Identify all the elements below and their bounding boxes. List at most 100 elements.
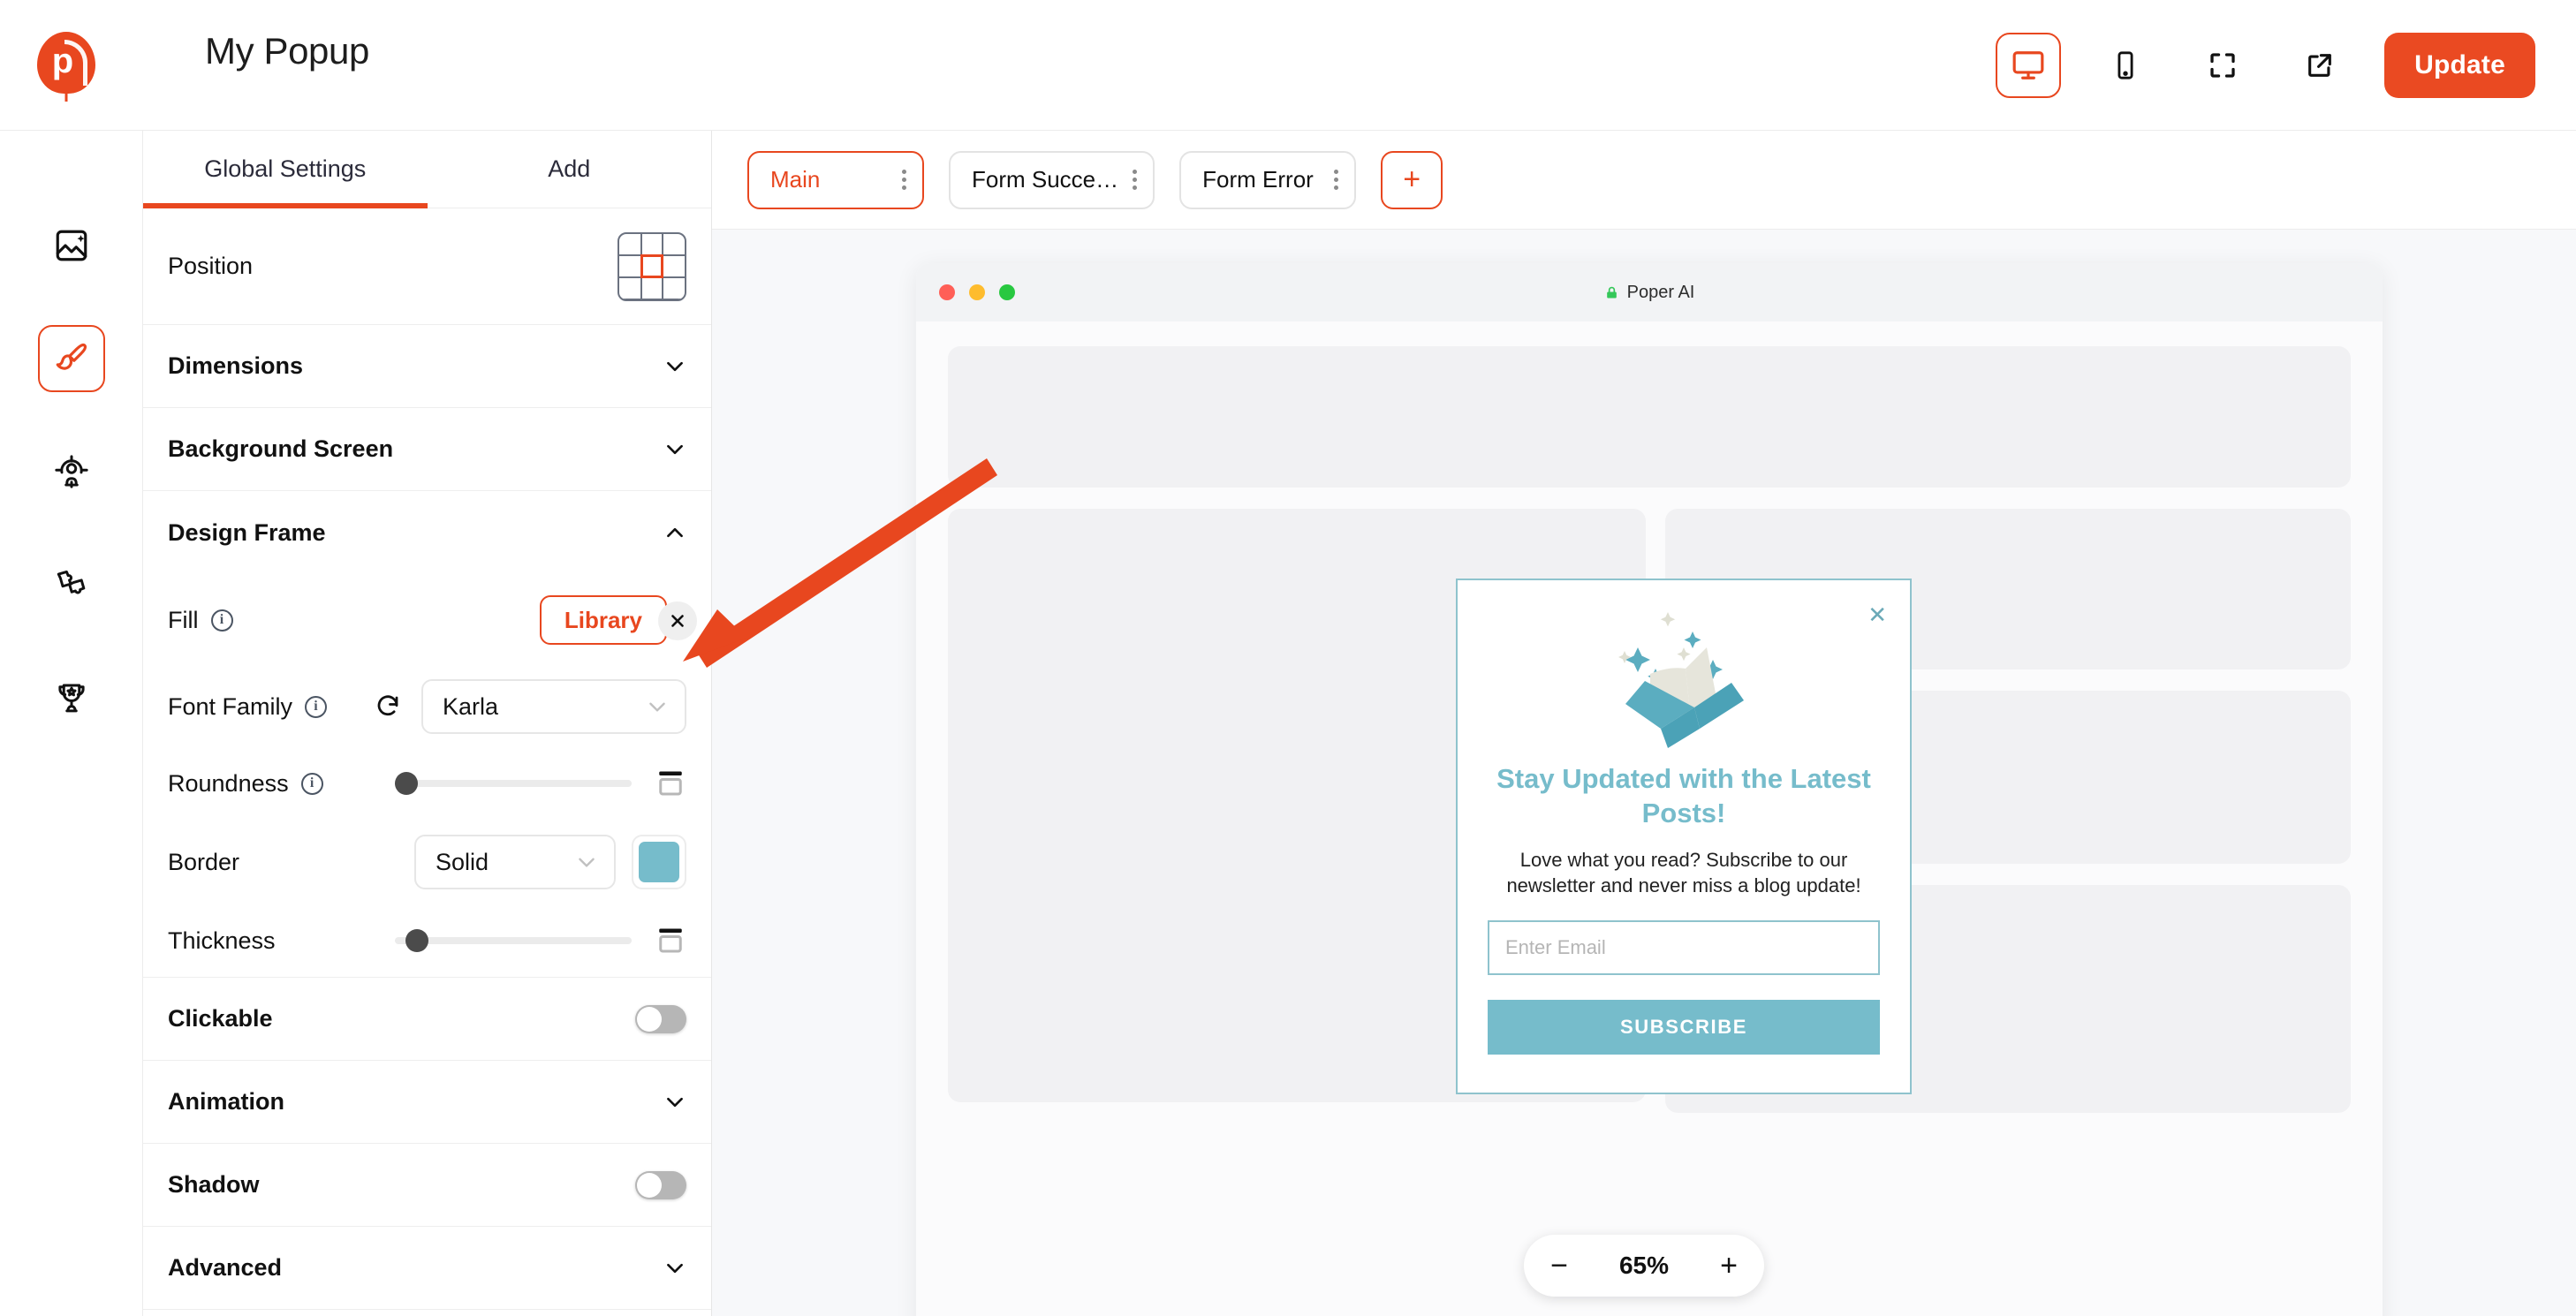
fill-library-button[interactable]: Library xyxy=(539,595,667,645)
integrations-puzzle-icon[interactable] xyxy=(38,551,105,618)
field-fill: Fill i Library xyxy=(168,574,697,666)
panel-tabs: Global Settings Add xyxy=(143,131,711,208)
popup-illustration xyxy=(1569,605,1799,755)
design-frame-label: Design Frame xyxy=(168,518,326,546)
roundness-controls xyxy=(353,768,686,799)
popup-subscribe-button[interactable]: SUBSCRIBE xyxy=(1488,999,1880,1055)
design-brush-icon[interactable] xyxy=(37,325,105,392)
page-tab-label: Form Succe… xyxy=(972,166,1119,193)
position-cell-bottom-right[interactable] xyxy=(662,276,685,299)
popup-preview[interactable]: ✕ Stay Updated with the Latest Posts! Lo… xyxy=(1456,579,1912,1094)
fullscreen-icon[interactable] xyxy=(2190,33,2256,98)
border-style-select[interactable]: Solid xyxy=(414,835,616,889)
font-family-label-wrap: Font Family i xyxy=(168,693,353,721)
border-color-swatch[interactable] xyxy=(632,835,686,889)
border-color-fill xyxy=(639,842,679,882)
position-cell-top-left[interactable] xyxy=(619,233,642,257)
field-border: Border Solid xyxy=(168,820,686,904)
app-root: p My Popup Update Global Settings Add Po… xyxy=(0,0,2576,1316)
field-roundness: Roundness i xyxy=(168,747,686,820)
logo-balloon-icon: p xyxy=(37,32,95,94)
roundness-label-wrap: Roundness i xyxy=(168,770,353,798)
close-light-icon xyxy=(939,284,955,300)
zoom-out-button[interactable]: − xyxy=(1536,1241,1582,1290)
goals-trophy-icon[interactable] xyxy=(38,664,105,731)
poper-logo[interactable]: p xyxy=(34,32,99,101)
thickness-controls xyxy=(353,925,686,957)
field-font-family: Font Family i Karla xyxy=(168,666,686,747)
page-tab-label: Form Error xyxy=(1202,166,1314,193)
fill-swatch-remove-badge[interactable] xyxy=(658,601,697,640)
slider-thumb[interactable] xyxy=(405,929,428,952)
more-options-icon[interactable] xyxy=(902,170,906,190)
position-cell-bottom-left[interactable] xyxy=(619,276,642,299)
section-background-screen[interactable]: Background Screen xyxy=(143,408,711,491)
position-cell-top-right[interactable] xyxy=(662,233,685,257)
minimize-light-icon xyxy=(969,284,985,300)
lock-icon xyxy=(1606,286,1617,299)
position-cell-center[interactable] xyxy=(640,254,664,278)
thickness-reset-icon[interactable] xyxy=(655,925,686,957)
more-options-icon[interactable] xyxy=(1133,170,1138,190)
info-icon[interactable]: i xyxy=(305,695,328,718)
clickable-toggle[interactable] xyxy=(635,1004,686,1033)
roundness-reset-icon[interactable] xyxy=(655,768,686,799)
browser-title-bar: Poper AI xyxy=(916,263,2383,321)
slider-thumb[interactable] xyxy=(395,772,418,795)
chevron-down-icon xyxy=(579,858,595,867)
section-advanced[interactable]: Advanced xyxy=(143,1227,711,1310)
slider-track xyxy=(395,937,632,944)
page-tab-label: Main xyxy=(770,166,821,193)
position-grid[interactable] xyxy=(617,231,686,301)
position-label: Position xyxy=(168,253,254,279)
audience-target-icon[interactable] xyxy=(38,438,105,505)
field-thickness: Thickness xyxy=(168,904,686,977)
zoom-value: 65% xyxy=(1618,1252,1670,1279)
top-bar: p My Popup Update xyxy=(0,0,2576,131)
page-tab-form-error[interactable]: Form Error xyxy=(1179,150,1357,209)
desktop-preview-icon[interactable] xyxy=(1996,33,2062,98)
address-label: Poper AI xyxy=(1626,282,1695,302)
section-dimensions[interactable]: Dimensions xyxy=(143,325,711,408)
page-tab-form-success[interactable]: Form Succe… xyxy=(949,150,1155,209)
add-page-tab-button[interactable]: + xyxy=(1381,150,1443,209)
row-position: Position xyxy=(143,208,711,325)
canvas-area: Main Form Succe… Form Error + Poper AI ✕… xyxy=(712,131,2576,1316)
fill-label: Fill xyxy=(168,606,199,633)
font-family-select[interactable]: Karla xyxy=(421,679,686,734)
position-cell-middle-left[interactable] xyxy=(619,254,642,278)
maximize-light-icon xyxy=(999,284,1015,300)
browser-mockup: Poper AI ✕ Stay Updated with the Latest … xyxy=(916,263,2383,1316)
media-library-icon[interactable] xyxy=(38,212,105,279)
popup-close-icon[interactable]: ✕ xyxy=(1868,603,1887,626)
position-cell-middle-right[interactable] xyxy=(662,254,685,278)
info-icon[interactable]: i xyxy=(300,772,323,795)
page-tab-main[interactable]: Main xyxy=(747,150,924,209)
page-tabbar: Main Form Succe… Form Error + xyxy=(712,131,2576,230)
more-options-icon[interactable] xyxy=(1334,170,1339,190)
thickness-slider[interactable] xyxy=(395,927,632,954)
section-animation[interactable]: Animation xyxy=(143,1061,711,1144)
update-button[interactable]: Update xyxy=(2384,33,2535,98)
border-style-value: Solid xyxy=(436,848,489,875)
tab-add[interactable]: Add xyxy=(427,131,711,208)
tab-global-settings[interactable]: Global Settings xyxy=(143,131,428,208)
section-design-frame[interactable]: Design Frame xyxy=(143,491,711,574)
position-cell-bottom-center[interactable] xyxy=(640,276,664,299)
thickness-label: Thickness xyxy=(168,926,276,954)
position-cell-top-center[interactable] xyxy=(640,233,664,257)
slider-track xyxy=(395,780,632,787)
open-external-icon[interactable] xyxy=(2287,33,2353,98)
refresh-fonts-icon[interactable] xyxy=(370,689,405,724)
mobile-preview-icon[interactable] xyxy=(2093,33,2159,98)
border-controls: Solid xyxy=(353,835,686,889)
chevron-down-icon xyxy=(667,361,683,371)
browser-content: ✕ Stay Updated with the Latest Posts! Lo… xyxy=(916,321,2383,1316)
zoom-in-button[interactable]: + xyxy=(1706,1241,1752,1290)
roundness-slider[interactable] xyxy=(395,770,632,797)
fill-swatch-wrap xyxy=(658,601,697,640)
info-icon[interactable]: i xyxy=(210,609,233,632)
dimensions-label: Dimensions xyxy=(168,352,304,379)
shadow-toggle[interactable] xyxy=(635,1170,686,1199)
popup-email-input[interactable]: Enter Email xyxy=(1488,919,1880,975)
